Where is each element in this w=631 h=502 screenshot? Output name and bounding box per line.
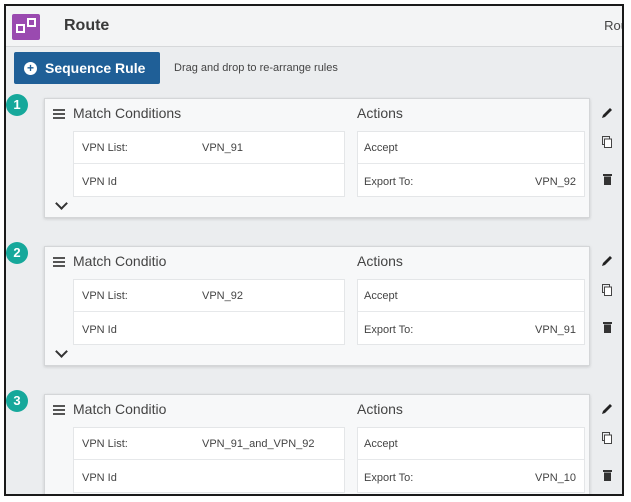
condition-value: VPN_92 [202, 290, 243, 302]
divider [74, 163, 344, 164]
route-policy-icon [12, 14, 40, 40]
actions-panel: Accept Export To: VPN_10 [357, 427, 585, 493]
action-label: Accept [364, 142, 398, 154]
copy-icon[interactable] [602, 432, 612, 444]
trash-icon[interactable] [603, 470, 612, 481]
condition-label: VPN Id [82, 472, 117, 484]
actions-panel: Accept Export To: VPN_92 [357, 131, 585, 197]
actions-title: Actions [357, 401, 403, 417]
policy-window: Route Rou + Sequence Rule Drag and drop … [4, 4, 624, 496]
action-label: Export To: [364, 176, 414, 188]
plus-icon: + [24, 61, 37, 75]
divider [74, 459, 344, 460]
divider [74, 311, 344, 312]
header-right-text: Rou [604, 18, 622, 33]
pencil-icon[interactable] [600, 402, 614, 416]
action-value: VPN_92 [535, 176, 576, 188]
rule-number-badge: 1 [6, 94, 28, 116]
rule-card: Match Conditio Actions VPN List: VPN_91_… [44, 394, 590, 494]
match-conditions-title: Match Conditions [73, 105, 182, 121]
chevron-down-icon[interactable] [55, 197, 68, 210]
actions-panel: Accept Export To: VPN_91 [357, 279, 585, 345]
sequence-rule-label: Sequence Rule [45, 60, 146, 76]
divider [358, 163, 584, 164]
pencil-icon[interactable] [600, 254, 614, 268]
conditions-panel: VPN List: VPN_92 VPN Id [73, 279, 345, 345]
action-value: VPN_91 [535, 324, 576, 336]
sequence-rule-button[interactable]: + Sequence Rule [14, 52, 160, 84]
divider [358, 311, 584, 312]
divider [358, 459, 584, 460]
trash-icon[interactable] [603, 174, 612, 185]
copy-icon[interactable] [602, 136, 612, 148]
condition-label: VPN Id [82, 176, 117, 188]
action-label: Accept [364, 290, 398, 302]
condition-value: VPN_91 [202, 142, 243, 154]
drag-hint: Drag and drop to re-arrange rules [174, 62, 338, 74]
action-label: Export To: [364, 472, 414, 484]
conditions-panel: VPN List: VPN_91 VPN Id [73, 131, 345, 197]
actions-title: Actions [357, 105, 403, 121]
condition-value: VPN_91_and_VPN_92 [202, 438, 315, 450]
trash-icon[interactable] [603, 322, 612, 333]
action-label: Export To: [364, 324, 414, 336]
rule-number-badge: 2 [6, 242, 28, 264]
condition-label: VPN List: [82, 290, 128, 302]
chevron-down-icon[interactable] [55, 345, 68, 358]
condition-label: VPN List: [82, 438, 128, 450]
condition-label: VPN Id [82, 324, 117, 336]
top-bar: Route Rou [6, 6, 622, 47]
condition-label: VPN List: [82, 142, 128, 154]
rule-number-badge: 3 [6, 390, 28, 412]
match-conditions-title: Match Conditio [73, 401, 167, 417]
action-value: VPN_10 [535, 472, 576, 484]
rule-card: Match Conditions Actions VPN List: VPN_9… [44, 98, 590, 218]
hamburger-icon[interactable] [53, 109, 65, 119]
page-title: Route [64, 17, 110, 34]
action-label: Accept [364, 438, 398, 450]
actions-title: Actions [357, 253, 403, 269]
rule-card: Match Conditio Actions VPN List: VPN_92 … [44, 246, 590, 366]
match-conditions-title: Match Conditio [73, 253, 167, 269]
pencil-icon[interactable] [600, 106, 614, 120]
conditions-panel: VPN List: VPN_91_and_VPN_92 VPN Id [73, 427, 345, 493]
copy-icon[interactable] [602, 284, 612, 296]
hamburger-icon[interactable] [53, 257, 65, 267]
hamburger-icon[interactable] [53, 405, 65, 415]
